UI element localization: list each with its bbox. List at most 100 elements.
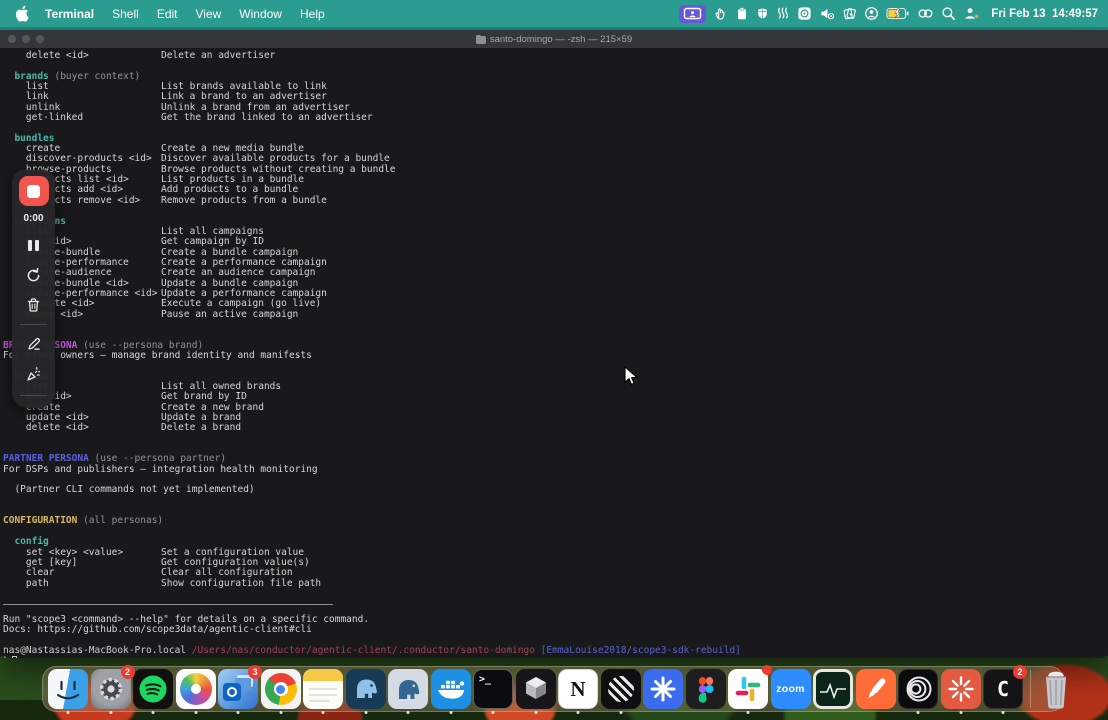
status-icons xyxy=(679,4,980,23)
screen-sharing-icon[interactable] xyxy=(679,4,707,23)
trash-icon xyxy=(27,298,40,312)
dock-app-docker[interactable] xyxy=(430,669,471,714)
dock-app-postman[interactable] xyxy=(855,669,896,709)
dock-app-photos[interactable] xyxy=(175,669,216,714)
terminal-line: CONFIGURATION (all personas) xyxy=(3,516,1108,526)
clipboard-icon[interactable] xyxy=(735,5,749,23)
annotate-button[interactable] xyxy=(12,329,55,359)
account-icon[interactable] xyxy=(864,5,879,23)
dock-app-outlook[interactable]: 3 xyxy=(218,665,262,714)
dock-app-slack[interactable] xyxy=(728,665,772,714)
heat-waves-icon[interactable] xyxy=(776,5,790,23)
terminal-line: path Show configuration file path xyxy=(3,578,1108,589)
terminal-text: Run "scope3 <command> --help" for detail… xyxy=(3,613,370,625)
passes-icon[interactable] xyxy=(842,5,857,23)
terminal-line: get <id>Get campaign by ID xyxy=(3,236,1108,247)
terminal-text: Docs: https://github.com/scope3data/agen… xyxy=(3,623,312,635)
running-indicator-dot xyxy=(1001,711,1005,714)
dock-app-conductor[interactable]: C2 xyxy=(983,665,1027,714)
menu-help[interactable]: Help xyxy=(291,7,334,21)
dock-app-terminal[interactable]: >_ xyxy=(473,669,513,714)
dock-app-concentric-app[interactable] xyxy=(898,669,938,714)
notion-icon: N xyxy=(558,669,598,709)
desktop: Terminal Shell Edit View Window Help Fri Feb … xyxy=(0,0,1108,720)
dock-trash[interactable] xyxy=(1037,668,1075,710)
command-name: link xyxy=(25,91,49,103)
stop-record-button[interactable] xyxy=(18,176,49,206)
user-switch-icon[interactable] xyxy=(963,5,980,23)
apple-menu-icon[interactable] xyxy=(10,5,34,22)
terminal-content[interactable]: delete <id> Delete an advertiser brands (… xyxy=(0,48,1108,658)
shield-icon[interactable] xyxy=(756,5,769,23)
dock-app-system-settings[interactable]: 2 xyxy=(90,665,135,714)
dock-app-chrome[interactable] xyxy=(260,669,301,714)
dock-app-postico[interactable] xyxy=(345,669,386,714)
terminal-line: delete <id> Delete an advertiser xyxy=(3,50,1108,61)
menu-bar: Terminal Shell Edit View Window Help Fri Feb … xyxy=(0,0,1108,27)
section-header: config xyxy=(14,536,49,548)
terminal-line: (Partner CLI commands not yet implemente… xyxy=(3,485,1108,495)
speaker-icon[interactable] xyxy=(819,5,835,23)
command-name: discover-products <id> xyxy=(25,153,152,165)
dock-app-notes[interactable] xyxy=(303,669,343,714)
menu-terminal[interactable]: Terminal xyxy=(36,7,103,21)
dock-app-cube-app[interactable] xyxy=(515,669,556,714)
dock-app-postgres[interactable] xyxy=(388,669,428,714)
terminal-line: For brand owners — manage brand identity… xyxy=(3,350,1108,361)
effects-button[interactable] xyxy=(12,359,55,389)
dock-app-spotify[interactable] xyxy=(133,669,173,714)
dock-app-claude[interactable] xyxy=(940,669,981,714)
cube-app-icon xyxy=(515,669,556,709)
menu-shell[interactable]: Shell xyxy=(103,7,148,21)
running-indicator-dot xyxy=(321,711,325,714)
dock-app-sphere-app[interactable] xyxy=(600,669,641,714)
battery-charging-icon[interactable] xyxy=(886,5,910,23)
command-description: Delete a brand xyxy=(161,422,242,434)
magic-wand-icon xyxy=(27,366,40,381)
dock-app-zoom[interactable]: zoom xyxy=(770,669,811,709)
terminal-line: products remove <id> Remove products from… xyxy=(3,194,1108,206)
pause-record-button[interactable] xyxy=(12,230,55,260)
dock-app-notion[interactable]: N xyxy=(558,669,598,714)
command-description: Remove products from a bundle xyxy=(161,194,327,206)
terminal-line: create-audience Create an audience campai… xyxy=(3,267,1108,279)
menu-bar-clock[interactable]: Fri Feb 13 14:49:57 xyxy=(991,8,1098,20)
terminal-line: nas@Nastassias-MacBook-Pro.local /Users/… xyxy=(3,645,1108,656)
sphere-app-icon xyxy=(600,669,641,709)
discard-record-button[interactable] xyxy=(12,290,55,320)
restart-icon xyxy=(27,267,40,281)
terminal-window: santo-domingo — -zsh — 215×59 delete <id… xyxy=(0,30,1108,658)
spotlight-search-icon[interactable] xyxy=(941,5,956,23)
dock-app-figma[interactable] xyxy=(685,669,726,709)
terminal-titlebar[interactable]: santo-domingo — -zsh — 215×59 xyxy=(0,30,1108,48)
running-indicator-dot xyxy=(364,711,367,714)
dock-separator xyxy=(1029,670,1031,708)
dock-app-starburst-app[interactable] xyxy=(643,669,683,709)
running-indicator-dot xyxy=(576,711,580,714)
menu-edit[interactable]: Edit xyxy=(148,7,187,21)
menu-view[interactable]: View xyxy=(187,7,231,21)
running-indicator-dot xyxy=(959,711,962,714)
terminal-line: For DSPs and publishers — integration he… xyxy=(3,464,1108,475)
persona-header-suffix: (use --persona partner) xyxy=(88,453,227,465)
command-description: Pause an active campaign xyxy=(161,308,299,320)
command-description: Create an audience campaign xyxy=(161,267,316,279)
terminal-cursor[interactable] xyxy=(11,655,17,658)
restart-record-button[interactable] xyxy=(12,260,55,290)
command-name: delete <id> xyxy=(25,422,89,434)
hand-gesture-icon[interactable] xyxy=(713,5,728,23)
notification-badge: 2 xyxy=(1013,665,1027,679)
command-name: clear xyxy=(25,567,55,579)
running-indicator-dot xyxy=(236,711,240,714)
camera-lens-icon[interactable] xyxy=(797,5,812,23)
link-icon[interactable] xyxy=(917,5,934,23)
menu-window[interactable]: Window xyxy=(230,7,291,21)
running-indicator-dot xyxy=(109,711,112,714)
dock-app-activity-waveform[interactable] xyxy=(813,669,853,709)
window-title: santo-domingo — -zsh — 215×59 xyxy=(489,33,633,45)
dock-app-finder[interactable] xyxy=(48,669,88,714)
section-header: brands xyxy=(14,70,49,82)
mouse-pointer xyxy=(624,365,639,392)
